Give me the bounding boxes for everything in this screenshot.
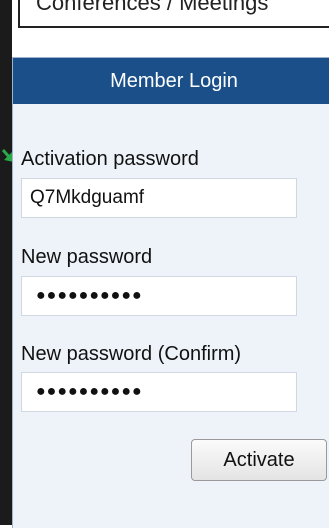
left-border [0,0,12,525]
panel-title: Member Login [13,58,329,104]
confirm-password-input[interactable]: ●●●●●●●●●● [21,372,297,412]
member-login-panel: Member Login Activation password New pas… [12,57,329,528]
confirm-password-mask: ●●●●●●●●●● [36,383,143,400]
activate-button[interactable]: Activate [191,439,327,481]
new-password-mask: ●●●●●●●●●● [36,287,143,304]
activation-password-label: Activation password [21,148,199,170]
new-password-label: New password [21,246,153,268]
activation-password-input[interactable] [21,178,297,218]
conferences-meetings-tab[interactable]: Conferences / Meetings [18,0,329,28]
tab-label: Conferences / Meetings [36,0,269,15]
confirm-password-label: New password (Confirm) [21,343,242,365]
new-password-input[interactable]: ●●●●●●●●●● [21,276,297,316]
